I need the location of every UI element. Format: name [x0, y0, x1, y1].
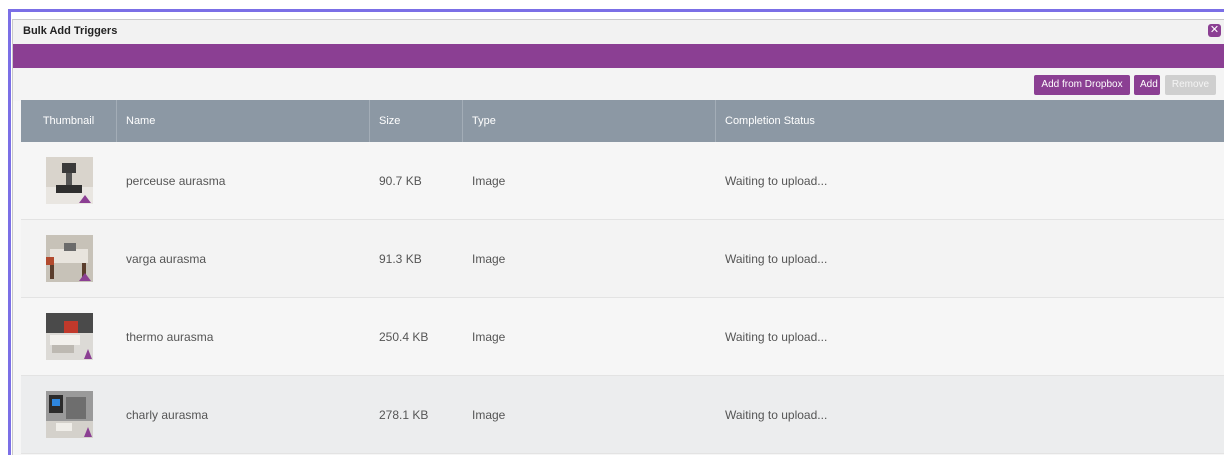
column-header-size[interactable]: Size	[370, 100, 463, 142]
row-name: varga aurasma	[126, 251, 207, 266]
table-row[interactable]: perceuse aurasma 90.7 KB Image Waiting t…	[21, 142, 1224, 220]
row-status: Waiting to upload...	[725, 329, 828, 344]
thumbnail-cell	[21, 391, 117, 438]
dialog-titlebar: Bulk Add Triggers ✕	[13, 20, 1224, 44]
remove-button[interactable]: Remove	[1165, 75, 1216, 95]
table-row[interactable]: varga aurasma 91.3 KB Image Waiting to u…	[21, 220, 1224, 298]
thumbnail-image	[45, 235, 93, 282]
table-header: Thumbnail Name Size Type Completion Stat…	[21, 100, 1224, 142]
row-status: Waiting to upload...	[725, 407, 828, 422]
dialog-title: Bulk Add Triggers	[23, 25, 118, 37]
row-type: Image	[472, 173, 506, 188]
row-size: 250.4 KB	[379, 329, 429, 344]
close-icon[interactable]: ✕	[1208, 24, 1221, 37]
thumbnail-image	[45, 391, 93, 438]
bulk-add-triggers-dialog: Bulk Add Triggers ✕ Add from Dropbox Add…	[12, 19, 1224, 455]
header-band	[13, 44, 1224, 68]
toolbar: Add from Dropbox Add Remove	[13, 68, 1224, 101]
column-header-type[interactable]: Type	[463, 100, 716, 142]
row-type: Image	[472, 329, 506, 344]
column-header-name[interactable]: Name	[117, 100, 370, 142]
column-header-completion-status[interactable]: Completion Status	[716, 100, 1224, 142]
row-name: charly aurasma	[126, 407, 209, 422]
table-row[interactable]: charly aurasma 278.1 KB Image Waiting to…	[21, 376, 1224, 454]
thumbnail-cell	[21, 157, 117, 204]
thumbnail-image	[45, 313, 93, 360]
add-from-dropbox-button[interactable]: Add from Dropbox	[1034, 75, 1130, 95]
row-size: 91.3 KB	[379, 251, 422, 266]
thumbnail-cell	[21, 235, 117, 282]
thumbnail-image	[45, 157, 93, 204]
row-type: Image	[472, 407, 506, 422]
thumbnail-cell	[21, 313, 117, 360]
row-size: 278.1 KB	[379, 407, 429, 422]
column-header-thumbnail[interactable]: Thumbnail	[21, 100, 117, 142]
row-type: Image	[472, 251, 506, 266]
table-row[interactable]: thermo aurasma 250.4 KB Image Waiting to…	[21, 298, 1224, 376]
row-name: thermo aurasma	[126, 329, 214, 344]
row-status: Waiting to upload...	[725, 173, 828, 188]
row-size: 90.7 KB	[379, 173, 422, 188]
row-status: Waiting to upload...	[725, 251, 828, 266]
add-button[interactable]: Add	[1134, 75, 1160, 95]
row-name: perceuse aurasma	[126, 173, 226, 188]
triggers-table: Thumbnail Name Size Type Completion Stat…	[21, 100, 1224, 454]
